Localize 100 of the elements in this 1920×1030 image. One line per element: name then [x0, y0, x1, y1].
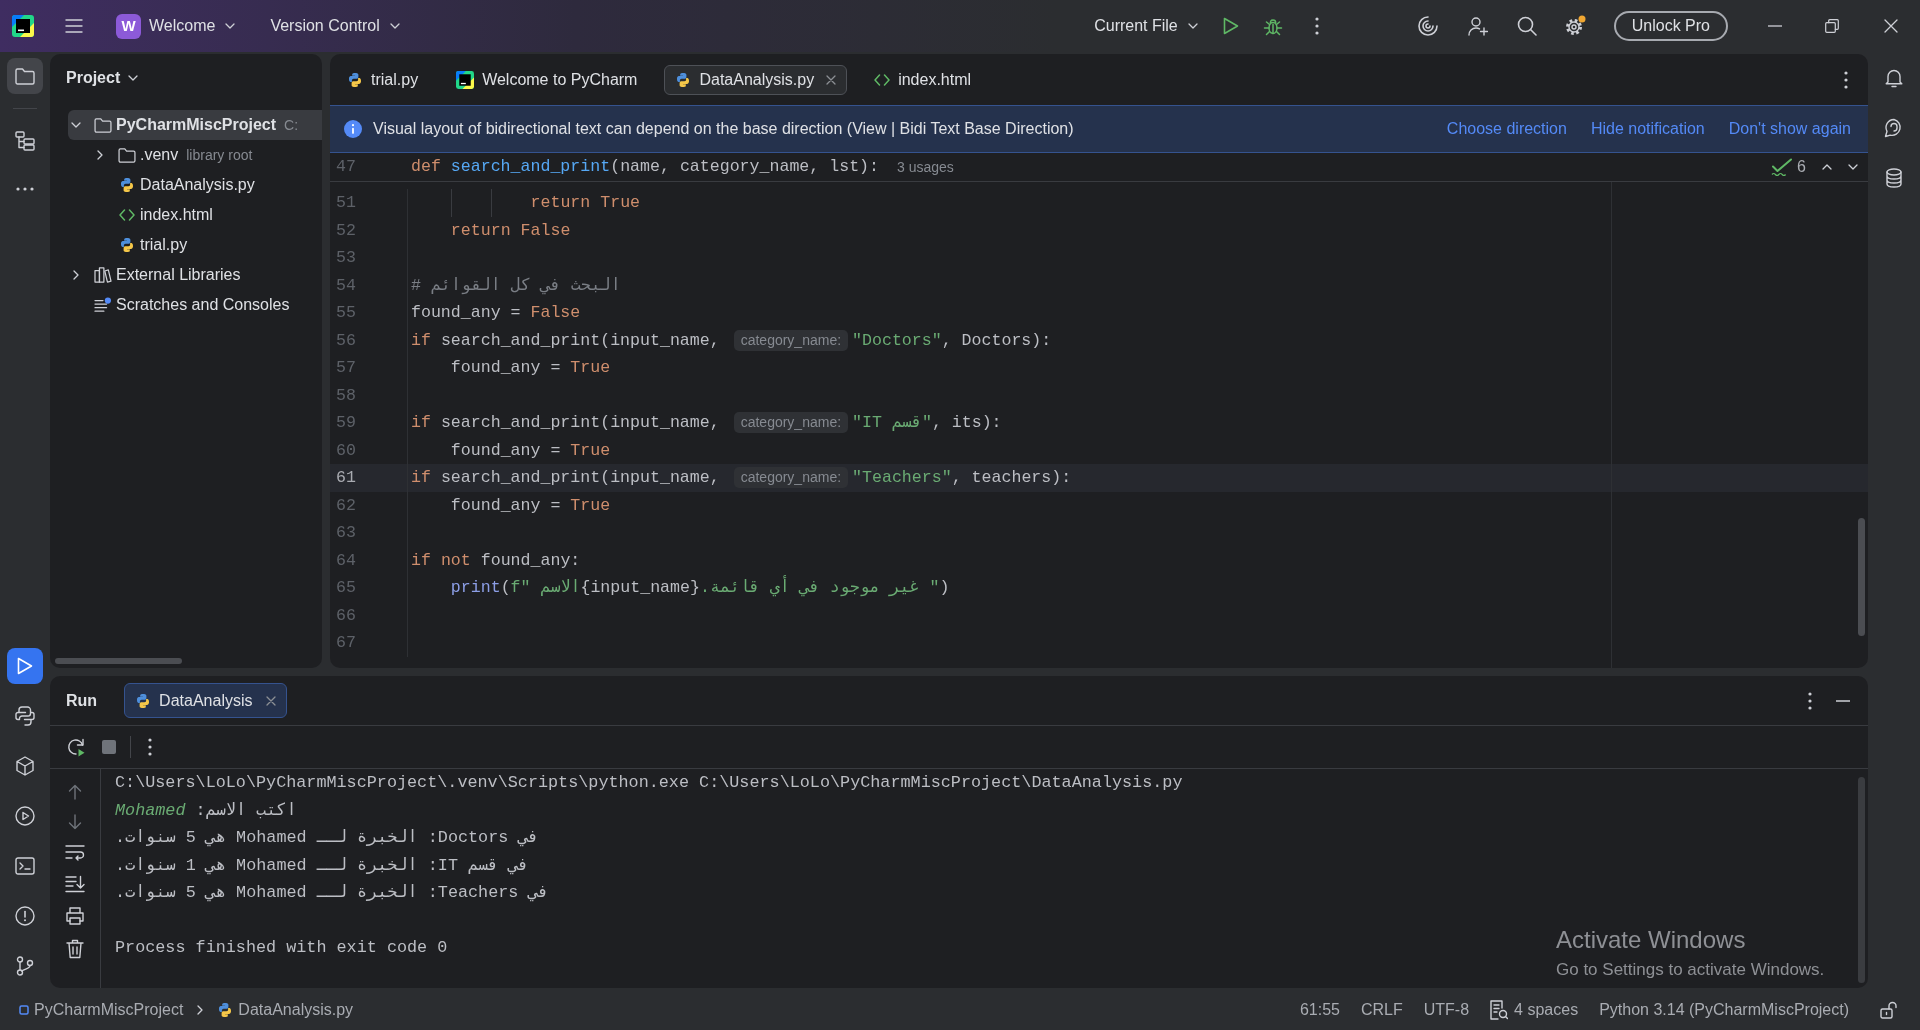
code-text: if search_and_print(input_name,	[411, 329, 721, 352]
path-hint: C:	[284, 115, 299, 135]
line-number: 53	[335, 247, 356, 269]
chevron-down-icon[interactable]	[71, 122, 81, 128]
prompt-text: اكتب الاسم:	[194, 800, 297, 820]
arrow-up-icon[interactable]	[68, 784, 82, 800]
python-file-icon	[135, 692, 152, 709]
parameter-hint: category_name:	[733, 467, 849, 489]
menu-icon[interactable]	[65, 19, 83, 33]
line-separator[interactable]: CRLF	[1361, 998, 1403, 1022]
welcome-menu[interactable]: W Welcome	[116, 10, 236, 42]
play-icon	[17, 657, 33, 675]
app-logo-icon	[12, 15, 34, 37]
more-vertical-icon[interactable]	[1314, 17, 1319, 35]
project-view-selector[interactable]: Project	[66, 66, 139, 90]
info-icon	[344, 120, 362, 138]
code-text: def search_and_print(name, category_name, lst):	[411, 156, 880, 178]
tree-item[interactable]: DataAnalysis.py	[68, 170, 322, 200]
more-horizontal-icon	[16, 187, 34, 191]
structure-icon	[15, 131, 35, 151]
editor-tab[interactable]: index.html	[863, 64, 983, 95]
soft-wrap-icon[interactable]	[65, 844, 85, 861]
scroll-to-end-icon[interactable]	[65, 875, 85, 893]
horizontal-scrollbar[interactable]	[55, 658, 182, 664]
chevron-right-icon[interactable]	[97, 150, 103, 160]
interpreter-selector[interactable]: Python 3.14 (PyCharmMiscProject)	[1599, 998, 1849, 1022]
vcs-menu[interactable]: Version Control	[270, 10, 400, 42]
books-icon	[94, 267, 112, 283]
printer-icon[interactable]	[65, 907, 85, 925]
chevron-down-icon	[389, 23, 400, 29]
editor-tab[interactable]: trial.py	[336, 64, 430, 95]
chevron-down-icon	[225, 23, 236, 29]
restore-icon[interactable]	[1825, 19, 1839, 33]
code-text: found_any = True	[450, 439, 611, 462]
cube-icon	[15, 756, 35, 776]
unlock-pro-button[interactable]: Unlock Pro	[1613, 11, 1728, 41]
trash-icon[interactable]	[66, 939, 84, 959]
rerun-icon[interactable]	[66, 737, 86, 757]
bug-icon[interactable]	[1262, 16, 1283, 36]
spiral-icon[interactable]	[1416, 15, 1439, 37]
vertical-scrollbar[interactable]	[1858, 518, 1865, 636]
vertical-scrollbar[interactable]	[1858, 777, 1865, 983]
close-icon[interactable]	[266, 695, 277, 706]
line-number: 59	[335, 412, 356, 434]
file-encoding[interactable]: UTF-8	[1423, 998, 1470, 1022]
check-icon[interactable]	[1771, 158, 1794, 176]
cursor-position[interactable]: 61:55	[1299, 998, 1340, 1022]
indent-setting[interactable]: 4 spaces	[1490, 998, 1579, 1022]
tree-item[interactable]: External Libraries	[68, 260, 322, 290]
notification-link[interactable]: Don't show again	[1728, 117, 1851, 141]
run-tab[interactable]: DataAnalysis	[124, 683, 288, 718]
console-line: Process finished with exit code 0	[115, 937, 448, 959]
settings-icon[interactable]	[1563, 15, 1586, 37]
tree-item[interactable]: Scratches and Consoles	[68, 290, 322, 320]
search-icon[interactable]	[1516, 16, 1537, 36]
run-config-selector[interactable]: Current File	[1094, 10, 1198, 42]
console-line: في قسم IT: الخبرة لــ Mohamed هي 1 سنوات.	[115, 854, 529, 877]
chevron-up-icon[interactable]	[1822, 164, 1832, 170]
line-number: 63	[335, 522, 356, 544]
notification-message: Visual layout of bidirectional text can depend on the base direction (View | Bidi Text Base Direction)	[373, 119, 1074, 139]
arrow-down-icon[interactable]	[68, 814, 82, 830]
folder-icon	[94, 117, 112, 133]
branch-icon	[16, 956, 34, 976]
more-vertical-icon[interactable]	[148, 738, 152, 756]
editor-tab[interactable]: DataAnalysis.py	[664, 64, 848, 95]
chat-icon[interactable]	[1884, 118, 1904, 138]
more-vertical-icon[interactable]	[1808, 691, 1812, 710]
more-vertical-icon[interactable]	[1844, 70, 1848, 89]
line-number: 66	[335, 604, 356, 627]
tree-item[interactable]: index.html	[68, 200, 322, 230]
add-user-icon[interactable]	[1467, 16, 1488, 36]
database-icon[interactable]	[1886, 168, 1902, 188]
notification-link[interactable]: Choose direction	[1446, 117, 1567, 141]
line-number: 61	[335, 467, 356, 489]
usages-hint[interactable]: 3 usages	[897, 153, 954, 181]
editor-tab[interactable]: Welcome to PyCharm	[445, 64, 649, 95]
parameter-hint: category_name:	[733, 329, 849, 351]
tool-window-button[interactable]	[7, 58, 43, 94]
chevron-down-icon	[128, 75, 139, 81]
line-number: 57	[335, 357, 356, 379]
breadcrumb[interactable]: PyCharmMiscProject	[19, 998, 184, 1022]
minimize-icon[interactable]	[1836, 699, 1850, 702]
tool-window-button[interactable]	[7, 648, 43, 684]
chevron-down-icon[interactable]	[1848, 164, 1858, 170]
tree-item[interactable]: PyCharmMiscProject C:	[68, 110, 322, 140]
close-icon[interactable]	[826, 74, 837, 85]
chevron-right-icon[interactable]	[73, 270, 79, 280]
padlock-icon[interactable]	[1880, 1001, 1898, 1019]
code-text: if not found_any:	[411, 549, 581, 572]
run-icon[interactable]	[1222, 17, 1239, 35]
problem-count[interactable]: 6	[1797, 153, 1806, 181]
bell-icon[interactable]	[1885, 68, 1903, 88]
code-text: "Teachers", teachers):	[852, 467, 1072, 489]
python-file-icon	[675, 71, 692, 88]
breadcrumb[interactable]: DataAnalysis.py	[217, 998, 354, 1022]
code-text: found_any = True	[450, 357, 611, 379]
tree-item[interactable]: trial.py	[68, 230, 322, 260]
notification-link[interactable]: Hide notification	[1590, 117, 1705, 141]
close-icon[interactable]	[1884, 19, 1898, 33]
tree-item[interactable]: .venv library root	[68, 140, 322, 170]
